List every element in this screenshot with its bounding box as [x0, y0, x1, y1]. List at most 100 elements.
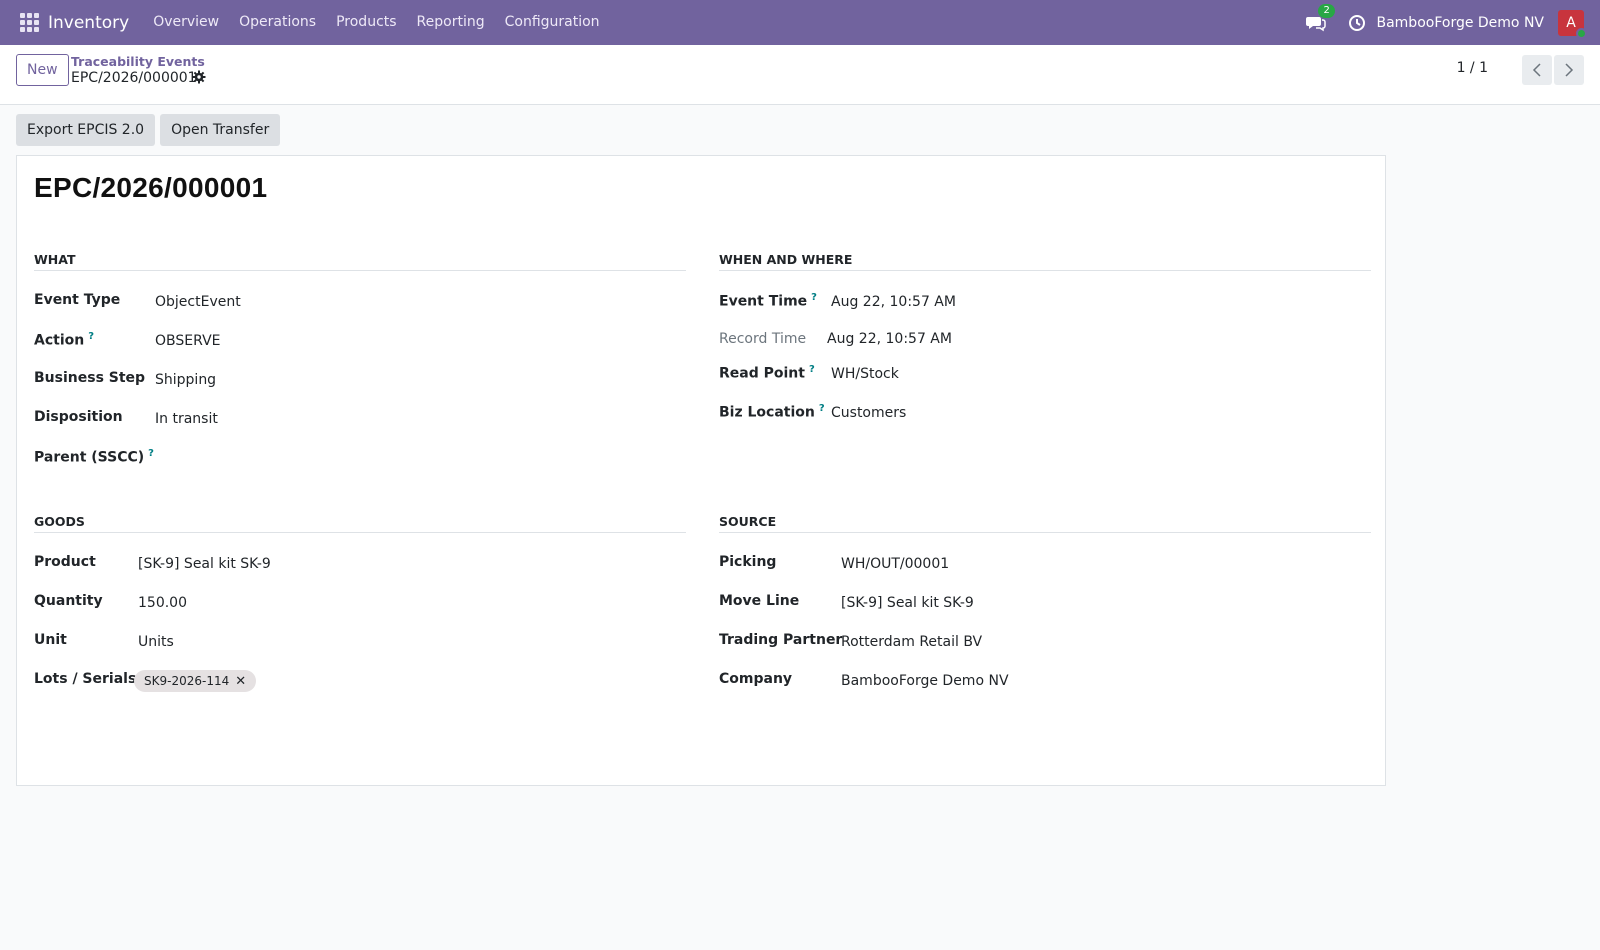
pager-value[interactable]: 1 / 1 [1457, 60, 1488, 76]
menu-overview[interactable]: Overview [143, 0, 229, 45]
activity-clock-icon[interactable] [1348, 14, 1366, 32]
field-label: Record Time [719, 331, 807, 347]
apps-menu-icon[interactable] [16, 10, 42, 36]
field-trading-partner: Trading Partner Rotterdam Retail BV [719, 621, 1371, 660]
field-label-text: Parent (SSCC) [34, 449, 145, 466]
field-event-time: Event Time? Aug 22, 10:57 AM [719, 281, 1371, 320]
disposition-value[interactable]: In transit [155, 411, 218, 427]
lot-tag-label: SK9-2026-114 [144, 674, 230, 688]
new-button[interactable]: New [16, 54, 69, 86]
field-label: Event Time? [719, 292, 817, 310]
pager-previous-button[interactable] [1522, 55, 1552, 85]
quantity-value[interactable]: 150.00 [138, 595, 187, 611]
field-label: Trading Partner [719, 632, 843, 648]
field-label: Event Type [34, 292, 121, 308]
field-record-time: Record Time Aug 22, 10:57 AM [719, 320, 1371, 356]
app-name[interactable]: Inventory [48, 13, 129, 33]
biz-location-value[interactable]: Customers [831, 405, 906, 421]
company-value[interactable]: BambooForge Demo NV [841, 673, 1009, 689]
online-status-dot [1576, 27, 1587, 39]
group-what-title: WHAT [34, 252, 686, 271]
field-label: Business Step [34, 370, 146, 386]
field-quantity: Quantity 150.00 [34, 582, 686, 621]
move-line-value[interactable]: [SK-9] Seal kit SK-9 [841, 595, 974, 611]
help-tooltip-icon[interactable]: ? [809, 364, 815, 375]
avatar-letter: A [1566, 14, 1576, 31]
menu-operations[interactable]: Operations [229, 0, 326, 45]
field-disposition: Disposition In transit [34, 398, 686, 437]
chevron-right-icon [1565, 63, 1574, 77]
unit-value[interactable]: Units [138, 634, 174, 650]
field-label: Picking [719, 554, 777, 570]
field-picking: Picking WH/OUT/00001 [719, 543, 1371, 582]
help-tooltip-icon[interactable]: ? [811, 292, 817, 303]
field-business-step: Business Step Shipping [34, 359, 686, 398]
field-lots-serials: Lots / Serials SK9-2026-114 ✕ [34, 660, 686, 699]
control-panel: New Traceability Events EPC/2026/000001 … [0, 45, 1600, 105]
field-company: Company BambooForge Demo NV [719, 660, 1371, 699]
field-label: Disposition [34, 409, 123, 425]
group-goods-title: GOODS [34, 514, 686, 533]
event-type-value[interactable]: ObjectEvent [155, 294, 241, 310]
menu-products[interactable]: Products [326, 0, 406, 45]
field-label: Read Point? [719, 364, 815, 382]
field-read-point: Read Point? WH/Stock [719, 356, 1371, 395]
group-when-title: WHEN AND WHERE [719, 252, 1371, 271]
export-epcis-button[interactable]: Export EPCIS 2.0 [16, 114, 156, 146]
field-unit: Unit Units [34, 621, 686, 660]
field-event-type: Event Type ObjectEvent [34, 281, 686, 320]
field-label: Unit [34, 632, 67, 648]
open-transfer-button[interactable]: Open Transfer [160, 114, 281, 146]
chat-icon[interactable]: 2 [1306, 3, 1335, 33]
field-label: Lots / Serials [34, 671, 137, 687]
picking-value[interactable]: WH/OUT/00001 [841, 556, 949, 572]
field-label: Action? [34, 331, 94, 349]
help-tooltip-icon[interactable]: ? [148, 448, 154, 459]
form-sheet: EPC/2026/000001 WHAT Event Type ObjectEv… [16, 155, 1386, 786]
breadcrumb-current-record: EPC/2026/000001 [71, 70, 197, 86]
help-tooltip-icon[interactable]: ? [819, 403, 825, 414]
field-label: Product [34, 554, 96, 570]
trading-partner-value[interactable]: Rotterdam Retail BV [841, 634, 982, 650]
form-action-bar: Export EPCIS 2.0 Open Transfer [16, 114, 281, 146]
chevron-left-icon [1532, 63, 1541, 77]
lot-tag[interactable]: SK9-2026-114 ✕ [134, 670, 257, 692]
field-label-text: Read Point [719, 365, 805, 382]
field-biz-location: Biz Location? Customers [719, 395, 1371, 434]
field-label-text: Biz Location [719, 404, 815, 421]
close-icon[interactable]: ✕ [235, 674, 246, 689]
field-label: Parent (SSCC)? [34, 448, 154, 466]
field-action: Action? OBSERVE [34, 320, 686, 359]
record-title: EPC/2026/000001 [34, 172, 268, 203]
event-time-value[interactable]: Aug 22, 10:57 AM [831, 294, 956, 310]
action-value[interactable]: OBSERVE [155, 333, 221, 349]
product-value[interactable]: [SK-9] Seal kit SK-9 [138, 556, 271, 572]
breadcrumb-traceability-events[interactable]: Traceability Events [71, 54, 205, 69]
field-move-line: Move Line [SK-9] Seal kit SK-9 [719, 582, 1371, 621]
group-goods: GOODS Product [SK-9] Seal kit SK-9 Quant… [34, 514, 686, 699]
field-product: Product [SK-9] Seal kit SK-9 [34, 543, 686, 582]
read-point-value[interactable]: WH/Stock [831, 366, 899, 382]
field-parent-sscc: Parent (SSCC)? [34, 437, 686, 476]
chat-count-badge: 2 [1318, 3, 1335, 18]
group-when-where: WHEN AND WHERE Event Time? Aug 22, 10:57… [719, 252, 1371, 434]
menu-configuration[interactable]: Configuration [495, 0, 610, 45]
parent-sscc-input[interactable] [155, 450, 555, 468]
navbar-systray: 2 BambooForge Demo NV A [1306, 0, 1600, 45]
main-menu: Overview Operations Products Reporting C… [143, 0, 609, 45]
business-step-value[interactable]: Shipping [155, 372, 216, 388]
user-avatar[interactable]: A [1558, 9, 1587, 39]
group-what: WHAT Event Type ObjectEvent Action? OBSE… [34, 252, 686, 476]
help-tooltip-icon[interactable]: ? [88, 331, 94, 342]
pager-next-button[interactable] [1554, 55, 1584, 85]
company-switcher[interactable]: BambooForge Demo NV [1376, 15, 1544, 31]
field-label-text: Action [34, 332, 85, 349]
field-label: Quantity [34, 593, 103, 609]
menu-reporting[interactable]: Reporting [407, 0, 495, 45]
gear-icon[interactable] [192, 70, 206, 84]
group-source: SOURCE Picking WH/OUT/00001 Move Line [S… [719, 514, 1371, 699]
field-label: Company [719, 671, 793, 687]
field-label: Biz Location? [719, 403, 825, 421]
field-label: Move Line [719, 593, 800, 609]
top-navbar: Inventory Overview Operations Products R… [0, 0, 1600, 45]
